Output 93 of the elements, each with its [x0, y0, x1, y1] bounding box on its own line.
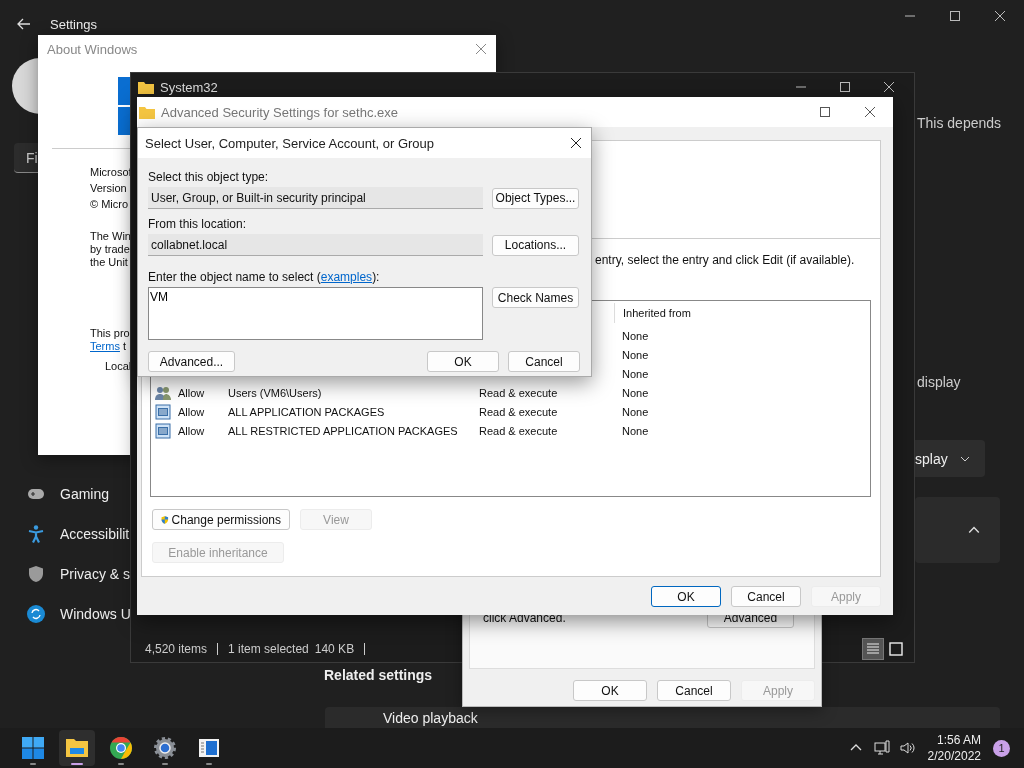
- table-cell: Read & execute: [479, 405, 558, 418]
- square-icon: [889, 642, 903, 656]
- close-icon[interactable]: [884, 82, 894, 92]
- table-cell: None: [622, 386, 649, 399]
- dialog-button[interactable]: OK: [573, 680, 647, 701]
- examples-link[interactable]: examples: [320, 270, 373, 284]
- instruction-text: entry, select the entry and click Edit (if available).: [595, 253, 855, 268]
- ok-button[interactable]: OK: [427, 351, 499, 372]
- object-types-button[interactable]: Object Types...: [492, 187, 579, 209]
- folder-icon: [138, 80, 154, 94]
- maximize-icon[interactable]: [950, 11, 960, 21]
- locations-button[interactable]: Locations...: [492, 234, 579, 256]
- section-heading: Related settings: [324, 666, 433, 684]
- window-title: Advanced Security Settings for sethc.exe: [161, 104, 398, 120]
- sidebar-item[interactable]: Gaming: [0, 474, 130, 514]
- info-line: © Micro: [90, 197, 129, 212]
- paragraph-line: by trade: [90, 243, 130, 256]
- paragraph-line: The Win: [90, 230, 131, 243]
- tiles-view-button[interactable]: [886, 639, 906, 659]
- person-icon: [26, 524, 46, 544]
- location-field: collabnet.local: [148, 234, 483, 256]
- clock-time[interactable]: 1:56 AM: [936, 732, 981, 748]
- table-cell: None: [622, 367, 649, 380]
- field-label: Enter the object name to select (examples):: [148, 270, 380, 284]
- paragraph-line: the Unit: [90, 256, 128, 269]
- list-icon: [866, 642, 880, 656]
- info-line: Version: [90, 181, 127, 196]
- table-cell: Allow: [178, 424, 205, 437]
- status-text: 140 KB: [314, 642, 355, 656]
- users-icon: [155, 384, 171, 401]
- dropdown[interactable]: splay: [915, 440, 985, 477]
- user-line: Local: [105, 360, 132, 373]
- settings-icon: [153, 736, 177, 760]
- app-package-icon: [155, 422, 171, 439]
- maximize-icon[interactable]: [820, 107, 830, 117]
- clock-date[interactable]: 2/20/2022: [927, 748, 981, 764]
- advanced-button[interactable]: Advanced...: [148, 351, 235, 372]
- chevron-up-icon: [968, 524, 980, 536]
- window-title: Settings: [50, 16, 97, 32]
- sidebar-item[interactable]: Accessibilit: [0, 514, 130, 554]
- object-name-field[interactable]: VM: [148, 287, 483, 340]
- field-label: Select this object type:: [148, 170, 269, 184]
- terms-link[interactable]: Terms: [90, 340, 120, 352]
- cancel-button[interactable]: Cancel: [508, 351, 580, 372]
- table-cell: Read & execute: [479, 424, 558, 437]
- sidebar-item[interactable]: Privacy & s: [0, 554, 130, 594]
- dialog-button[interactable]: Cancel: [657, 680, 731, 701]
- table-cell: None: [622, 405, 649, 418]
- dialog-button[interactable]: Cancel: [731, 586, 801, 607]
- option-label: display: [917, 373, 961, 391]
- column-header[interactable]: Inherited from: [614, 303, 691, 323]
- sidebar-item[interactable]: Windows U: [0, 594, 130, 634]
- folder-icon: [139, 105, 155, 119]
- document-icon: [197, 736, 221, 760]
- start-icon: [21, 736, 45, 760]
- back-arrow-icon[interactable]: [16, 16, 32, 32]
- description-text: This depends: [917, 114, 1002, 132]
- settings-link-card[interactable]: Video playback: [325, 707, 1000, 728]
- object-type-field: User, Group, or Built-in security principal: [148, 187, 483, 209]
- browser-icon: [109, 736, 133, 760]
- table-cell: ALL APPLICATION PACKAGES: [228, 405, 385, 418]
- status-text: 1 item selected: [228, 642, 309, 656]
- action-button[interactable]: Change permissions: [152, 509, 290, 530]
- table-cell: None: [622, 424, 649, 437]
- close-icon[interactable]: [995, 11, 1005, 21]
- table-cell: ALL RESTRICTED APPLICATION PACKAGES: [228, 424, 458, 437]
- close-icon[interactable]: [865, 107, 875, 117]
- maximize-icon[interactable]: [840, 82, 850, 92]
- dialog-button[interactable]: OK: [651, 586, 721, 607]
- license-line: This pro: [90, 327, 130, 340]
- folder-icon: [65, 736, 89, 760]
- table-cell: Users (VM6\Users): [228, 386, 322, 399]
- taskbar-app[interactable]: [59, 730, 95, 766]
- window-title: Select User, Computer, Service Account, or Group: [145, 135, 435, 151]
- table-cell: Read & execute: [479, 386, 558, 399]
- check-names-button[interactable]: Check Names: [492, 287, 579, 308]
- shield-icon: [26, 564, 46, 584]
- license-line: Terms t: [90, 340, 127, 353]
- table-cell: Allow: [178, 405, 205, 418]
- network-icon[interactable]: [873, 740, 890, 756]
- table-cell: Allow: [178, 386, 205, 399]
- field-label: From this location:: [148, 217, 247, 231]
- logo-icon: [118, 77, 130, 135]
- window-title: System32: [160, 79, 218, 95]
- volume-icon[interactable]: [899, 740, 916, 756]
- refresh-icon: [26, 604, 46, 624]
- table-cell: None: [622, 348, 649, 361]
- close-icon[interactable]: [571, 138, 581, 148]
- app-package-icon: [155, 403, 171, 420]
- window-title: About Windows: [47, 41, 138, 57]
- notification-badge[interactable]: 1: [993, 739, 1010, 757]
- table-cell: None: [622, 329, 649, 342]
- status-text: 4,520 items: [145, 642, 208, 656]
